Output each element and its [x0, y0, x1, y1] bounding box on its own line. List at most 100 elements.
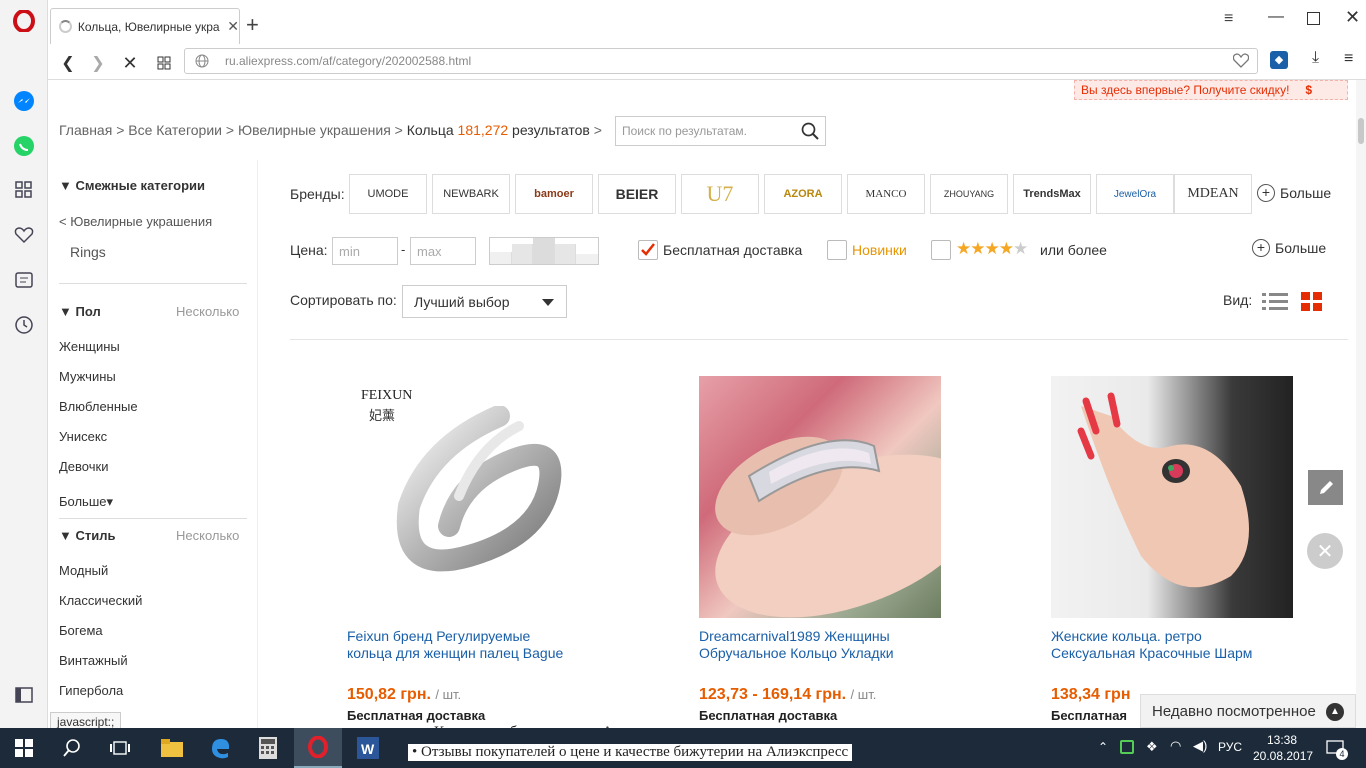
sidebar-toggle-icon[interactable]	[11, 682, 37, 708]
rating-label[interactable]: или более	[1040, 242, 1107, 258]
browser-tab[interactable]: Кольца, Ювелирные укра ✕	[50, 8, 240, 44]
style-hyperbole[interactable]: Гипербола	[59, 683, 123, 698]
news-icon[interactable]	[11, 267, 37, 293]
rating-stars[interactable]: ★★★★★	[956, 239, 1028, 259]
opera-logo-icon[interactable]	[11, 8, 37, 34]
product-card[interactable]: Женские кольца. ретро Сексуальная Красочн…	[1051, 376, 1293, 728]
tab-close-icon[interactable]: ✕	[227, 18, 239, 35]
wifi-icon[interactable]: ◠	[1170, 738, 1181, 754]
free-shipping-checkbox[interactable]	[638, 240, 658, 260]
brand-jewelora[interactable]: JewelOra	[1096, 174, 1174, 214]
brand-u7[interactable]: U7	[681, 174, 759, 214]
product-card[interactable]: FEIXUN 妃薰 Feixun бренд Регулируемые кольц…	[347, 376, 589, 728]
brand-bamoer[interactable]: bamoer	[515, 174, 593, 214]
gender-more[interactable]: Больше▾	[59, 494, 113, 510]
scrollbar-thumb[interactable]	[1358, 118, 1364, 144]
history-clock-icon[interactable]	[11, 312, 37, 338]
style-fashion[interactable]: Модный	[59, 563, 108, 578]
search-icon[interactable]	[801, 122, 819, 143]
tray-app-icon[interactable]	[1120, 740, 1134, 754]
brand-mdean[interactable]: MDEAN	[1174, 174, 1252, 214]
gender-lovers[interactable]: Влюбленные	[59, 399, 138, 414]
tab-menu-icon[interactable]: ≡	[1224, 10, 1233, 28]
whatsapp-icon[interactable]	[11, 133, 37, 159]
style-multi-select[interactable]: Несколько	[176, 528, 239, 543]
grid-view-icon[interactable]	[1301, 292, 1323, 317]
price-min-input[interactable]: min	[332, 237, 398, 265]
vpn-shield-icon[interactable]: ◆	[1270, 51, 1288, 69]
menu-lines-icon[interactable]: ≡	[1344, 50, 1353, 68]
style-title[interactable]: ▼ Стиль	[59, 528, 115, 543]
recently-viewed-bar[interactable]: Недавно посмотренное ▲	[1140, 694, 1356, 728]
breadcrumb-all[interactable]: Все Категории	[128, 122, 222, 138]
clock[interactable]: 13:38 20.08.2017	[1253, 732, 1313, 764]
brand-newbark[interactable]: NEWBARK	[432, 174, 510, 214]
list-view-icon[interactable]	[1262, 292, 1288, 317]
gender-men[interactable]: Мужчины	[59, 369, 116, 384]
product-image[interactable]	[1051, 376, 1293, 618]
page-scrollbar[interactable]	[1356, 80, 1366, 728]
rating-checkbox[interactable]	[931, 240, 951, 260]
brands-more-button[interactable]: + Больше	[1257, 184, 1331, 202]
product-title[interactable]: Feixun бренд Регулируемые кольца для женщ…	[347, 628, 589, 662]
edge-browser-icon[interactable]	[196, 728, 244, 768]
gender-multi-select[interactable]: Несколько	[176, 304, 239, 319]
new-tab-button[interactable]: +	[246, 12, 259, 38]
free-shipping-label[interactable]: Бесплатная доставка	[663, 242, 802, 258]
speed-dial-icon[interactable]	[11, 177, 37, 203]
volume-icon[interactable]: ◀)	[1193, 738, 1207, 754]
product-image[interactable]: FEIXUN 妃薰	[347, 376, 589, 618]
subcategory-rings[interactable]: Rings	[70, 244, 106, 260]
file-explorer-icon[interactable]	[148, 728, 196, 768]
brand-manco[interactable]: MANCO	[847, 174, 925, 214]
task-view-icon[interactable]	[96, 728, 144, 768]
language-indicator[interactable]: РУС	[1218, 740, 1242, 754]
edit-pencil-button[interactable]	[1308, 470, 1343, 505]
brand-azora[interactable]: AZORA	[764, 174, 842, 214]
filters-more-button[interactable]: + Больше	[1252, 239, 1326, 257]
style-vintage[interactable]: Винтажный	[59, 653, 128, 668]
opera-taskbar-icon[interactable]	[294, 728, 342, 768]
messenger-icon[interactable]	[11, 88, 37, 114]
bookmarks-heart-icon[interactable]	[11, 222, 37, 248]
notification-icon[interactable]: 4	[1324, 738, 1348, 760]
tabs-grid-icon[interactable]	[144, 48, 184, 78]
new-items-checkbox[interactable]	[827, 240, 847, 260]
brand-zhouyang[interactable]: ZHOUYANG	[930, 174, 1008, 214]
price-histogram[interactable]	[489, 237, 599, 265]
gender-girls[interactable]: Девочки	[59, 459, 108, 474]
product-card[interactable]: Dreamcarnival1989 Женщины Обручальное Кол…	[699, 376, 941, 728]
brand-beier[interactable]: BEIER	[598, 174, 676, 214]
maximize-button[interactable]	[1307, 12, 1320, 25]
sort-select[interactable]: Лучший выбор	[402, 285, 567, 318]
start-windows-icon[interactable]	[0, 728, 48, 768]
breadcrumb-jewelry[interactable]: Ювелирные украшения	[238, 122, 391, 138]
address-bar[interactable]: ru.aliexpress.com/af/category/202002588.…	[184, 48, 1258, 74]
search-results-input[interactable]: Поиск по результатам.	[615, 116, 826, 146]
style-classic[interactable]: Классический	[59, 593, 142, 608]
minimize-button[interactable]: —	[1268, 8, 1284, 26]
breadcrumb-home[interactable]: Главная	[59, 122, 112, 138]
product-title[interactable]: Женские кольца. ретро Сексуальная Красочн…	[1051, 628, 1311, 662]
promo-banner[interactable]: Вы здесь впервые? Получите скидку! $	[1074, 80, 1348, 100]
gender-women[interactable]: Женщины	[59, 339, 120, 354]
new-items-label[interactable]: Новинки	[852, 242, 907, 258]
brand-trendsmax[interactable]: TrendsMax	[1013, 174, 1091, 214]
calculator-icon[interactable]	[244, 728, 292, 768]
dropbox-icon[interactable]: ❖	[1146, 739, 1158, 755]
gender-unisex[interactable]: Унисекс	[59, 429, 107, 444]
gender-title[interactable]: ▼ Пол	[59, 304, 101, 319]
parent-category-link[interactable]: < Ювелирные украшения	[59, 214, 212, 229]
close-circle-button[interactable]: ✕	[1307, 533, 1343, 569]
brand-umode[interactable]: UMODE	[349, 174, 427, 214]
product-image[interactable]	[699, 376, 941, 618]
price-max-input[interactable]: max	[410, 237, 476, 265]
search-icon[interactable]	[48, 728, 96, 768]
bookmark-heart-icon[interactable]	[1232, 53, 1250, 71]
style-bohemian[interactable]: Богема	[59, 623, 103, 638]
tray-chevron-icon[interactable]: ⌃	[1098, 740, 1108, 754]
download-icon[interactable]: ⤓	[1312, 49, 1319, 67]
word-icon[interactable]: W	[344, 728, 392, 768]
product-title[interactable]: Dreamcarnival1989 Женщины Обручальное Кол…	[699, 628, 941, 662]
close-window-button[interactable]: ✕	[1345, 7, 1360, 28]
